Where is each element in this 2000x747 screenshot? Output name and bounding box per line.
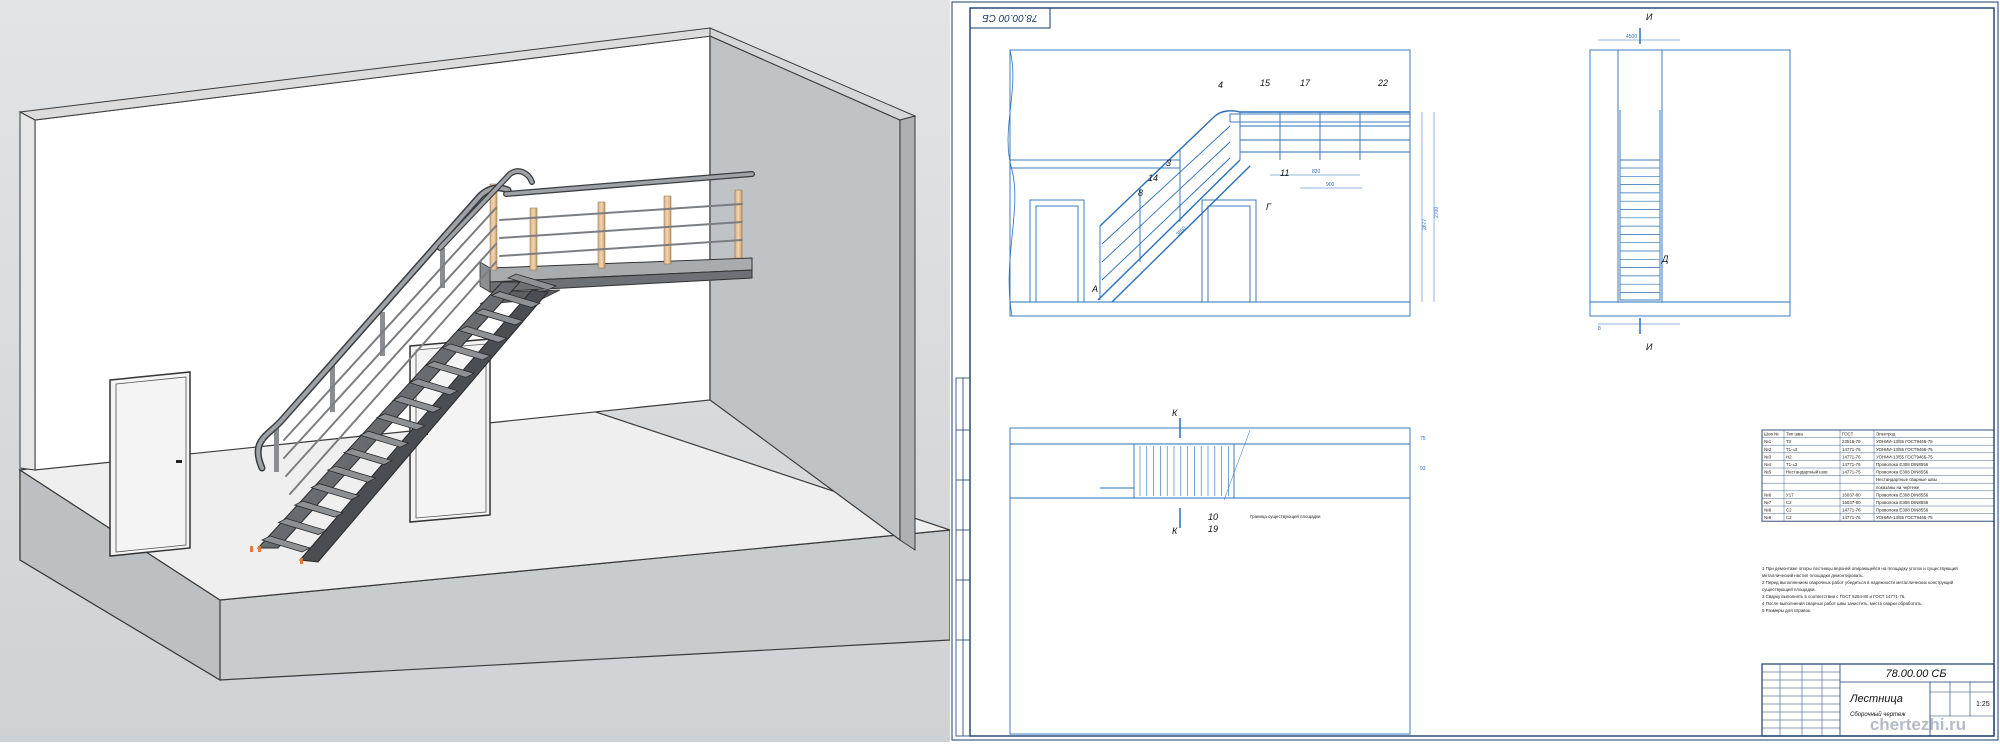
weld-table-cell: 16037-80 (1842, 492, 1861, 497)
title-scale: 1:25 (1976, 701, 1990, 708)
note-line: существующей площадки. (1762, 587, 1816, 592)
stamp-code: 78.00.00 СБ (982, 12, 1038, 23)
dim-8: 8 (1598, 326, 1601, 332)
weld-table-cell: УОНИИ-13/55 ГОСТ9466-75 (1876, 454, 1933, 459)
weld-table-cell: №1 (1764, 439, 1772, 444)
weld-table-cell: Н2 (1786, 454, 1792, 459)
weld-table-cell: 14771-76 (1842, 447, 1861, 452)
callout-4: 4 (1218, 80, 1223, 90)
title-name: Лестница (1849, 693, 1903, 705)
title-code: 78.00.00 СБ (1886, 668, 1947, 680)
watermark: chertezhi.ru (1870, 715, 1966, 734)
callout-3: 3 (1166, 158, 1171, 168)
weld-table-cell: Т3 (1786, 439, 1792, 444)
weld-table-cell: №8 (1764, 508, 1772, 513)
callout-19: 19 (1208, 524, 1218, 534)
dim-820: 820 (1312, 169, 1321, 175)
weld-table-cell: Нестандартный шов (1786, 470, 1828, 475)
weld-table-cell: №2 (1764, 447, 1772, 452)
callout-8: 8 (1138, 188, 1143, 198)
weld-table-cell: показаны на чертеже (1876, 485, 1920, 490)
drawing-svg: 78.00.00 СБ 2677 2700 900 820 3850 4 15 … (951, 1, 1999, 741)
door-left (109, 371, 191, 557)
weld-table-cell: №4 (1764, 462, 1772, 467)
note-line: 3 Сварку выполнять в соответствии с ГОСТ… (1762, 594, 1905, 599)
note-line: 4 После выполнения сварных работ швы зач… (1762, 601, 1923, 606)
3d-stair-render (0, 0, 951, 742)
dim-4500: 4500 (1626, 34, 1637, 40)
weld-table-cell: 14771-76 (1842, 508, 1861, 513)
note-line: металлический настил площадки демонтиров… (1762, 573, 1864, 578)
note-line: 2 Перед выполнением сварочных работ убед… (1762, 580, 1954, 585)
weld-table-header: ГОСТ (1842, 432, 1854, 437)
left-wall-edge (19, 111, 36, 471)
callout-22: 22 (1377, 78, 1388, 88)
note-line: 1 При демонтаже опоры лестницы верхней о… (1762, 566, 1958, 571)
weld-table-cell: №5 (1764, 470, 1772, 475)
weld-table-cell: УОНИИ-13/55 ГОСТ9466-75 (1876, 447, 1933, 452)
dim-75: 75 (1420, 436, 1426, 442)
section-i-bottom: И (1646, 342, 1653, 352)
weld-table-cell: УОНИИ-13/55 ГОСТ9466-75 (1876, 515, 1933, 520)
weld-table-cell: Проволока Е308 DIN8556 (1876, 500, 1929, 505)
weld-table-cell: 14771-76 (1842, 454, 1861, 459)
stair-3d-view (0, 0, 951, 742)
callout-17: 17 (1300, 78, 1311, 88)
boundary-annotation: Граница существующей площадки (1250, 514, 1321, 519)
weld-table-cell: Проволока Е308 DIN8556 (1876, 492, 1929, 497)
weld-table-cell: 14771-76 (1842, 462, 1861, 467)
weld-table-cell: 14771-75 (1842, 470, 1861, 475)
weld-table-cell: №7 (1764, 500, 1772, 505)
weld-table-cell: 16037-80 (1842, 500, 1861, 505)
section-k-top: К (1172, 408, 1178, 418)
weld-table-cell: №9 (1764, 515, 1772, 520)
weld-table-cell: Проволока Е308 DIN8556 (1876, 462, 1929, 467)
callout-15: 15 (1260, 78, 1271, 88)
weld-table-header: Тип шва (1786, 432, 1803, 437)
weld-table-cell: Нестандартные сварные швы (1876, 477, 1937, 482)
weld-table-cell: №6 (1764, 492, 1772, 497)
weld-table-cell: 23518-79 (1842, 439, 1861, 444)
weld-table-cell: УОНИИ-13/55 ГОСТ9466-75 (1876, 439, 1933, 444)
callout-11: 11 (1280, 168, 1289, 178)
weld-table-cell: У17 (1786, 492, 1794, 497)
dim-93: 93 (1420, 466, 1426, 472)
section-i-top: И (1646, 12, 1653, 22)
dim-2677: 2677 (1422, 219, 1428, 230)
weld-table-cell: С2 (1786, 508, 1792, 513)
section-d-label: Д (1661, 254, 1669, 264)
weld-table-cell: Т1-▵3 (1786, 447, 1798, 452)
dim-2700: 2700 (1434, 207, 1440, 218)
weld-table-cell: С2 (1786, 515, 1792, 520)
dim-900: 900 (1326, 182, 1335, 188)
weld-table-cell: С2 (1786, 500, 1792, 505)
assembly-drawing-sheet: 78.00.00 СБ 2677 2700 900 820 3850 4 15 … (950, 0, 2000, 742)
section-k-bottom: К (1172, 526, 1178, 536)
section-a-label: А (1091, 284, 1098, 294)
weld-table-header: Электрод (1876, 432, 1896, 437)
weld-table-cell: 14771-76 (1842, 515, 1861, 520)
weld-table-header: Шов № (1764, 432, 1779, 437)
right-wall-edge (899, 115, 916, 551)
weld-table-cell: Т1-▵3 (1786, 462, 1798, 467)
weld-table-cell: Проволока Е308 DIN8556 (1876, 470, 1929, 475)
note-line: 5 Размеры для справок. (1762, 608, 1811, 613)
callout-14: 14 (1148, 173, 1158, 183)
weld-table-cell: №3 (1764, 454, 1772, 459)
weld-table-cell: Проволока Е308 DIN8556 (1876, 508, 1929, 513)
callout-10: 10 (1208, 512, 1218, 522)
